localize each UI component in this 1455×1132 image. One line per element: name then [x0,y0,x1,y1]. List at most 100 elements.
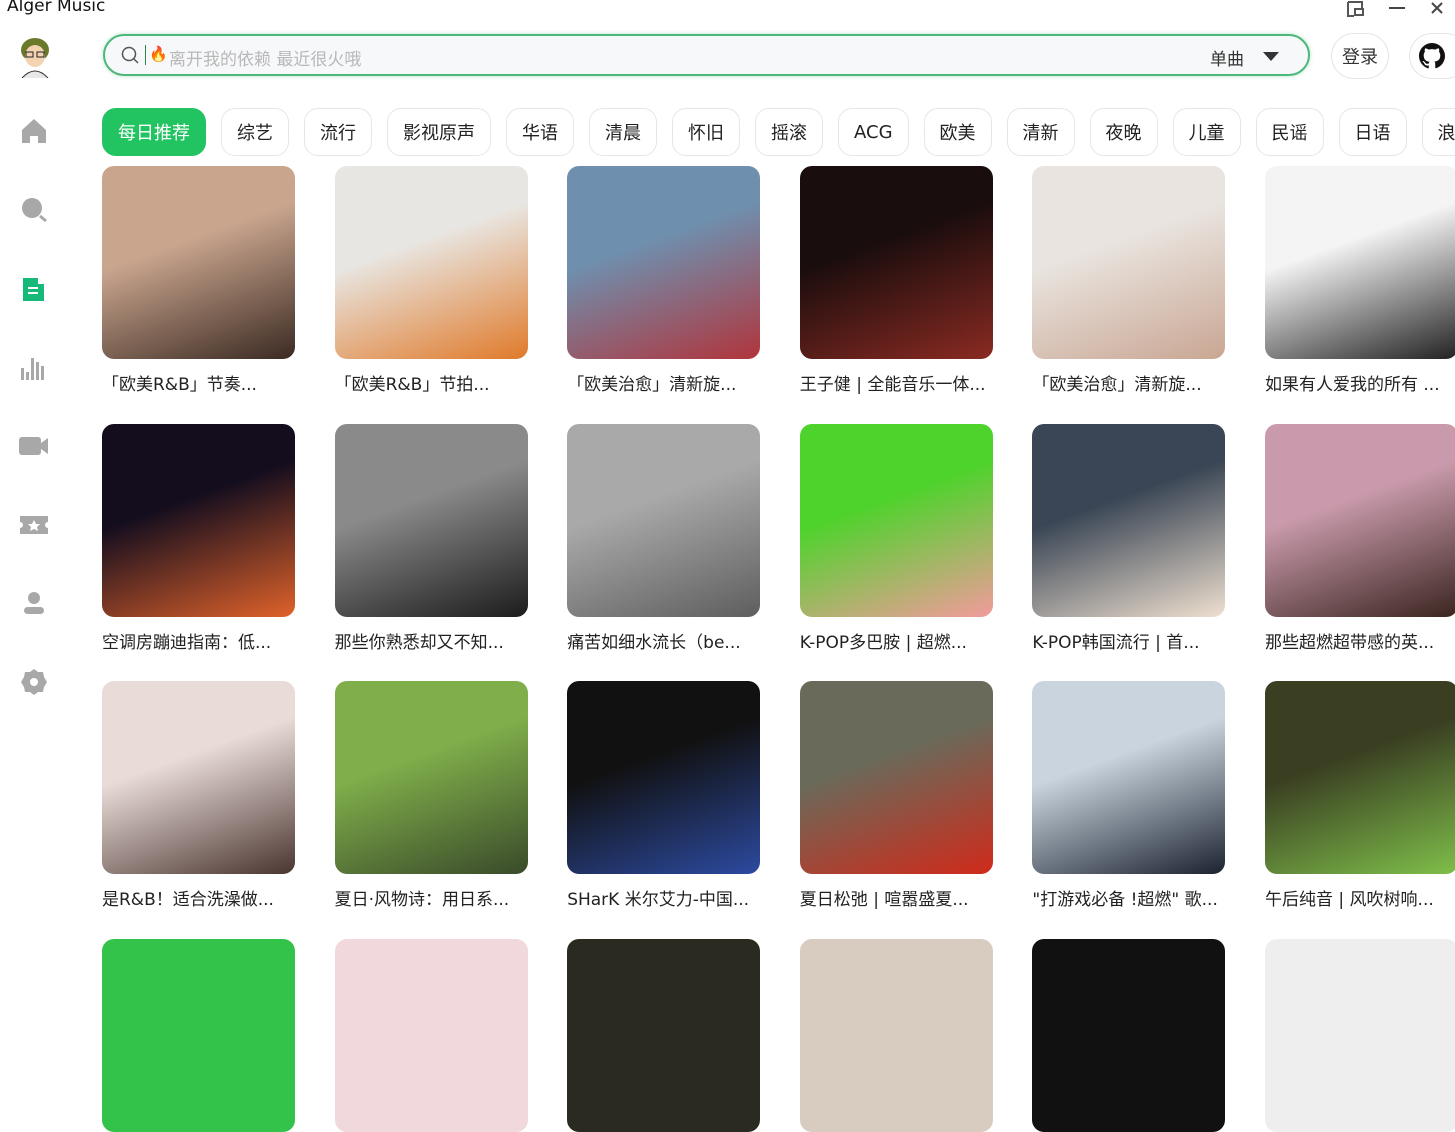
sidebar-item-search[interactable] [19,195,49,225]
playlist-cover[interactable] [1265,938,1455,1132]
sidebar-item-ticket[interactable] [19,510,49,540]
playlist-card[interactable]: 夏日·风物诗：用日系... [334,681,528,910]
search-input[interactable]: 离开我的依赖 最近很火哦 [169,45,361,70]
playlist-card[interactable]: 空调房蹦迪指南：低... [102,423,295,653]
playlist-card[interactable]: 午后纯音 | 风吹树响... [1265,681,1455,910]
sidebar-item-playlist[interactable] [19,274,49,304]
playlist-title[interactable]: 「欧美治愈」清新旋... [1032,370,1232,395]
tag-15[interactable]: 浪漫 [1421,108,1455,156]
playlist-title[interactable]: K-POP韩国流行 | 首... [1032,628,1232,653]
playlist-cover[interactable] [1032,681,1226,874]
playlist-card[interactable] [1265,938,1455,1132]
tag-13[interactable]: 民谣 [1255,108,1324,156]
close-button[interactable] [1430,0,1444,19]
playlist-card[interactable]: K-POP多巴胺 | 超燃... [799,423,993,653]
playlist-cover[interactable] [334,423,528,617]
playlist-card[interactable]: K-POP韩国流行 | 首... [1032,423,1226,653]
playlist-title[interactable]: "打游戏必备 !超燃" 歌... [1032,885,1232,910]
playlist-cover[interactable] [799,938,993,1132]
playlist-card[interactable] [334,938,528,1132]
sidebar-item-settings[interactable] [19,667,49,697]
tag-6[interactable]: 怀旧 [672,108,740,156]
tag-0[interactable]: 每日推荐 [102,108,206,156]
playlist-card[interactable]: 「欧美治愈」清新旋... [1032,166,1226,395]
playlist-card[interactable] [1032,938,1226,1132]
playlist-cover[interactable] [334,166,528,359]
playlist-title[interactable]: 是R&B！适合洗澡做... [102,885,302,910]
playlist-title[interactable]: 空调房蹦迪指南：低... [102,628,302,653]
playlist-card[interactable]: "打游戏必备 !超燃" 歌... [1032,681,1226,910]
playlist-cover[interactable] [799,423,993,617]
tag-3[interactable]: 影视原声 [387,108,491,156]
playlist-card[interactable]: 是R&B！适合洗澡做... [102,681,295,910]
playlist-cover[interactable] [1265,423,1455,617]
playlist-cover[interactable] [1265,166,1455,359]
tag-12[interactable]: 儿童 [1172,108,1241,156]
playlist-card[interactable] [567,938,761,1132]
tag-14[interactable]: 日语 [1338,108,1407,156]
tag-4[interactable]: 华语 [506,108,574,156]
playlist-card[interactable] [799,938,993,1132]
playlist-card[interactable]: SHarK 米尔艾力-中国... [567,681,761,910]
playlist-title[interactable]: 午后纯音 | 风吹树响... [1265,885,1455,910]
playlist-card[interactable]: 夏日松弛 | 喧嚣盛夏... [799,681,993,910]
sidebar-item-home[interactable] [19,116,49,146]
search-type-select[interactable]: 单曲 [1210,45,1244,70]
playlist-cover[interactable] [102,423,295,617]
playlist-cover[interactable] [334,938,528,1132]
playlist-title[interactable]: K-POP多巴胺 | 超燃... [800,628,1000,653]
playlist-cover[interactable] [567,166,761,359]
playlist-card[interactable]: 王子健 | 全能音乐一体... [799,166,993,395]
minimize-button[interactable] [1388,0,1406,19]
playlist-title[interactable]: 那些你熟悉却又不知... [335,628,535,653]
tag-7[interactable]: 摇滚 [755,108,823,156]
playlist-card[interactable]: 那些你熟悉却又不知... [334,423,528,653]
playlist-cover[interactable] [102,681,295,874]
playlist-cover[interactable] [799,166,993,359]
playlist-title[interactable]: 「欧美治愈」清新旋... [567,370,767,395]
playlist-card[interactable]: 那些超燃超带感的英... [1265,423,1455,653]
playlist-cover[interactable] [334,681,528,874]
playlist-title[interactable]: 痛苦如细水流长（be... [567,628,767,653]
playlist-card[interactable]: 「欧美R&B」节奏... [102,166,295,395]
playlist-title[interactable]: 那些超燃超带感的英... [1265,628,1455,653]
playlist-cover[interactable] [567,423,761,617]
avatar[interactable] [18,36,52,79]
playlist-card[interactable]: 「欧美治愈」清新旋... [567,166,761,395]
playlist-cover[interactable] [102,166,295,359]
playlist-card[interactable] [102,938,295,1132]
tag-10[interactable]: 清新 [1006,108,1075,156]
playlist-cover[interactable] [799,681,993,874]
playlist-card[interactable]: 「欧美R&B」节拍... [334,166,528,395]
github-button[interactable] [1409,33,1455,79]
playlist-title[interactable]: 夏日·风物诗：用日系... [335,885,535,910]
playlist-cover[interactable] [1032,166,1226,359]
tag-1[interactable]: 综艺 [221,108,289,156]
playlist-title[interactable]: 「欧美R&B」节奏... [102,370,302,395]
playlist-cover[interactable] [567,681,761,874]
playlist-title[interactable]: SHarK 米尔艾力-中国... [567,885,767,910]
playlist-title[interactable]: 夏日松弛 | 喧嚣盛夏... [800,885,1000,910]
tag-8[interactable]: ACG [838,108,909,156]
playlist-title[interactable]: 如果有人爱我的所有 ... [1265,370,1455,395]
playlist-card[interactable]: 痛苦如细水流长（be... [567,423,761,653]
tag-9[interactable]: 欧美 [923,108,992,156]
login-button[interactable]: 登录 [1331,33,1389,79]
sidebar-item-charts[interactable] [19,353,49,383]
tag-2[interactable]: 流行 [304,108,372,156]
tag-5[interactable]: 清晨 [589,108,657,156]
playlist-title[interactable]: 王子健 | 全能音乐一体... [800,370,1000,395]
playlist-card[interactable]: 如果有人爱我的所有 ... [1265,166,1455,395]
playlist-cover[interactable] [1032,938,1226,1132]
playlist-cover[interactable] [567,938,761,1132]
playlist-cover[interactable] [1265,681,1455,874]
playlist-cover[interactable] [1032,423,1226,617]
search-bar[interactable]: 🔥 离开我的依赖 最近很火哦 单曲 [103,34,1310,76]
restore-window-button[interactable] [1346,0,1366,22]
playlist-title[interactable]: 「欧美R&B」节拍... [335,370,535,395]
playlist-cover[interactable] [102,938,295,1132]
sidebar-item-mv[interactable] [19,431,49,461]
sidebar-item-user[interactable] [19,588,49,618]
chevron-down-icon[interactable] [1263,52,1279,61]
tag-11[interactable]: 夜晚 [1089,108,1158,156]
